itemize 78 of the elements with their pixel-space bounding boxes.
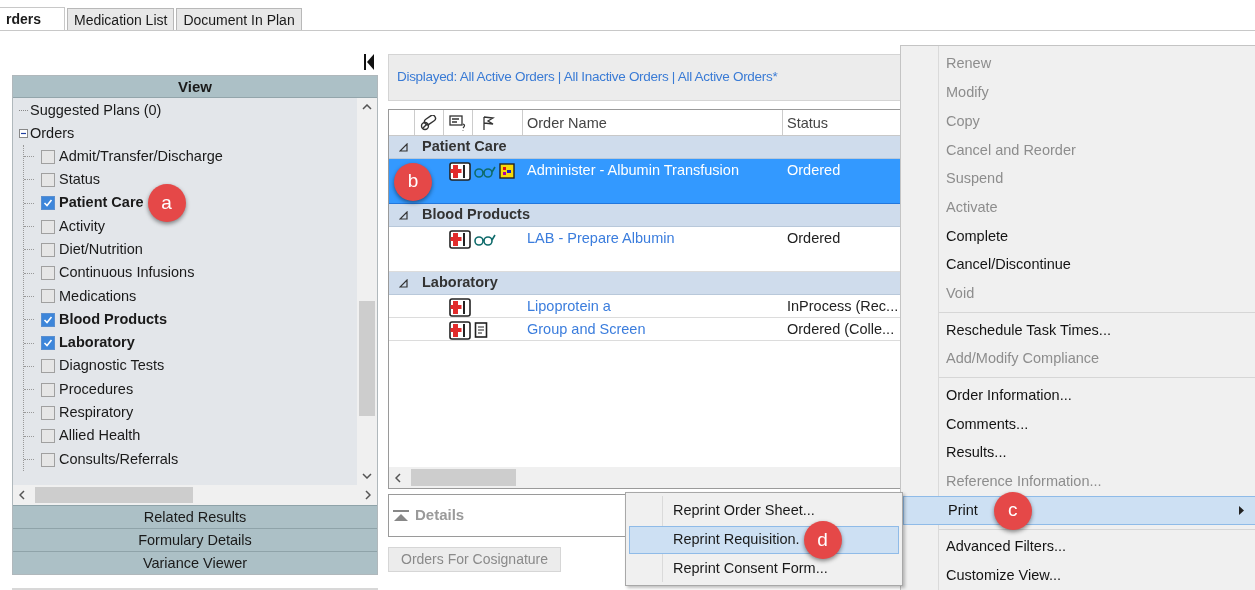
- tree-item[interactable]: Laboratory: [59, 332, 135, 354]
- tree-item[interactable]: Status: [59, 169, 101, 191]
- tree-item[interactable]: Continuous Infusions: [59, 262, 195, 284]
- menu-item[interactable]: Advanced Filters...: [901, 533, 1255, 562]
- checkbox[interactable]: [41, 172, 55, 187]
- tree-item[interactable]: Consults/Referrals: [59, 448, 179, 471]
- tab[interactable]: Medication List: [67, 8, 175, 30]
- checkbox[interactable]: [41, 452, 55, 467]
- status-cell-text: Ordered (Colle...: [786, 320, 896, 339]
- tree-item[interactable]: Respiratory: [59, 402, 134, 424]
- scroll-down-icon[interactable]: [362, 473, 372, 479]
- checkbox[interactable]: [41, 429, 55, 444]
- scroll-up-icon[interactable]: [362, 104, 372, 110]
- status-cell-text: Ordered: [786, 229, 842, 248]
- tree-item[interactable]: Orders: [30, 122, 75, 145]
- tree-item[interactable]: Diet/Nutrition: [59, 238, 143, 261]
- menu-item[interactable]: Results...: [901, 438, 1255, 468]
- scrollbar-thumb[interactable]: [359, 301, 375, 416]
- order-name-link[interactable]: LAB - Prepare Albumin: [523, 227, 783, 250]
- group-title: Blood Products: [422, 205, 530, 225]
- collapse-icon[interactable]: [399, 210, 408, 220]
- vertical-scrollbar[interactable]: [357, 98, 377, 485]
- panel-section-header[interactable]: Related Results: [13, 505, 377, 528]
- column-header[interactable]: Order Name: [523, 110, 783, 135]
- collapse-icon[interactable]: [399, 278, 408, 288]
- horizontal-scrollbar[interactable]: [13, 485, 377, 505]
- tab[interactable]: Document In Plan: [176, 8, 302, 30]
- scroll-right-icon[interactable]: [365, 490, 371, 500]
- scrollbar-thumb[interactable]: [35, 487, 193, 503]
- panel-section-header[interactable]: Formulary Details: [13, 528, 377, 551]
- checkbox[interactable]: [41, 266, 55, 281]
- collapse-panel-icon[interactable]: [364, 54, 374, 70]
- checkbox[interactable]: [41, 289, 55, 304]
- order-name-link[interactable]: Lipoprotein a: [523, 295, 783, 318]
- scroll-left-icon[interactable]: [395, 472, 401, 483]
- details-title: Details: [415, 505, 465, 526]
- annotation-marker: a: [147, 184, 186, 223]
- panel-header: View: [13, 76, 377, 98]
- annotation-marker: c: [993, 491, 1032, 530]
- scrollbar-thumb[interactable]: [411, 469, 516, 486]
- collapse-icon[interactable]: [399, 142, 408, 152]
- menu-item[interactable]: Order Information...: [901, 381, 1255, 411]
- panel-section-header[interactable]: Variance Viewer: [13, 551, 377, 574]
- checkbox[interactable]: [41, 359, 55, 374]
- group-title: Patient Care: [422, 137, 507, 157]
- order-name-link[interactable]: Group and Screen: [523, 318, 783, 341]
- checkbox[interactable]: [41, 196, 55, 211]
- collapse-icon[interactable]: [19, 129, 28, 138]
- tree-item[interactable]: Suggested Plans (0): [30, 99, 162, 122]
- checkbox[interactable]: [41, 219, 55, 234]
- tree-item[interactable]: Allied Health: [59, 425, 141, 448]
- tab[interactable]: rders: [0, 7, 65, 30]
- comment-icon: [449, 114, 467, 131]
- tree-item[interactable]: Admit/Transfer/Discharge: [59, 145, 223, 168]
- tree-item[interactable]: Medications: [59, 285, 137, 308]
- checkbox[interactable]: [41, 336, 55, 350]
- pill-icon: [420, 114, 438, 131]
- group-title: Laboratory: [422, 273, 498, 293]
- scroll-left-icon[interactable]: [19, 490, 25, 500]
- tree-item[interactable]: Blood Products: [59, 308, 167, 331]
- annotation-marker: b: [394, 162, 432, 201]
- tree-item[interactable]: Diagnostic Tests: [59, 355, 165, 378]
- tree-item[interactable]: Patient Care: [59, 192, 144, 215]
- checkbox[interactable]: [41, 242, 55, 257]
- flag-icon: [481, 114, 495, 131]
- menu-item[interactable]: Customize View...: [901, 561, 1255, 590]
- checkbox[interactable]: [41, 405, 55, 420]
- tree-item[interactable]: Procedures: [59, 378, 134, 401]
- annotation-marker: d: [803, 521, 842, 560]
- checkbox[interactable]: [41, 312, 55, 327]
- status-cell-text: Ordered: [786, 161, 842, 180]
- tree-item[interactable]: Activity: [59, 215, 105, 238]
- status-cell-text: InProcess (Rec...: [786, 297, 900, 316]
- checkbox[interactable]: [41, 382, 55, 397]
- collapse-up-icon[interactable]: [393, 509, 409, 522]
- displayed-filter-link[interactable]: Displayed: All Active Orders | All Inactive Orders | All Active Orders*: [397, 67, 778, 88]
- checkbox[interactable]: [41, 149, 55, 164]
- menu-item[interactable]: Comments...: [901, 410, 1255, 439]
